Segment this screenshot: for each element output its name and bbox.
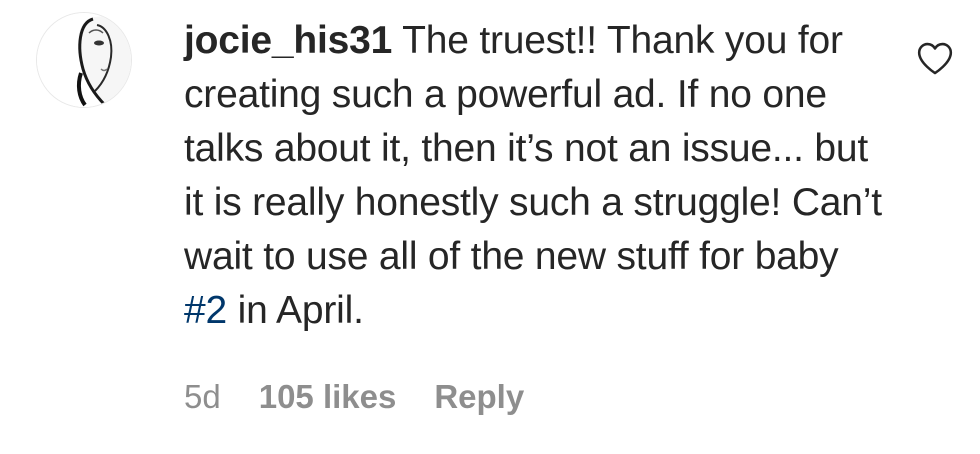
- heart-outline-icon: [917, 42, 953, 75]
- comment-text: jocie_his31 The truest!! Thank you for cr…: [184, 14, 884, 338]
- comment-item: jocie_his31 The truest!! Thank you for cr…: [0, 0, 980, 454]
- avatar[interactable]: [36, 12, 132, 108]
- comment-text-after-tag: in April.: [226, 289, 364, 332]
- comment-meta: 5d 105 likes Reply: [184, 378, 524, 416]
- comment-username[interactable]: jocie_his31: [184, 19, 392, 62]
- avatar-image: [37, 13, 131, 107]
- like-button[interactable]: [916, 40, 954, 76]
- hashtag-link[interactable]: #2: [184, 289, 227, 332]
- reply-button[interactable]: Reply: [434, 378, 524, 416]
- comment-timestamp[interactable]: 5d: [184, 378, 221, 416]
- comment-likes-count[interactable]: 105 likes: [259, 378, 397, 416]
